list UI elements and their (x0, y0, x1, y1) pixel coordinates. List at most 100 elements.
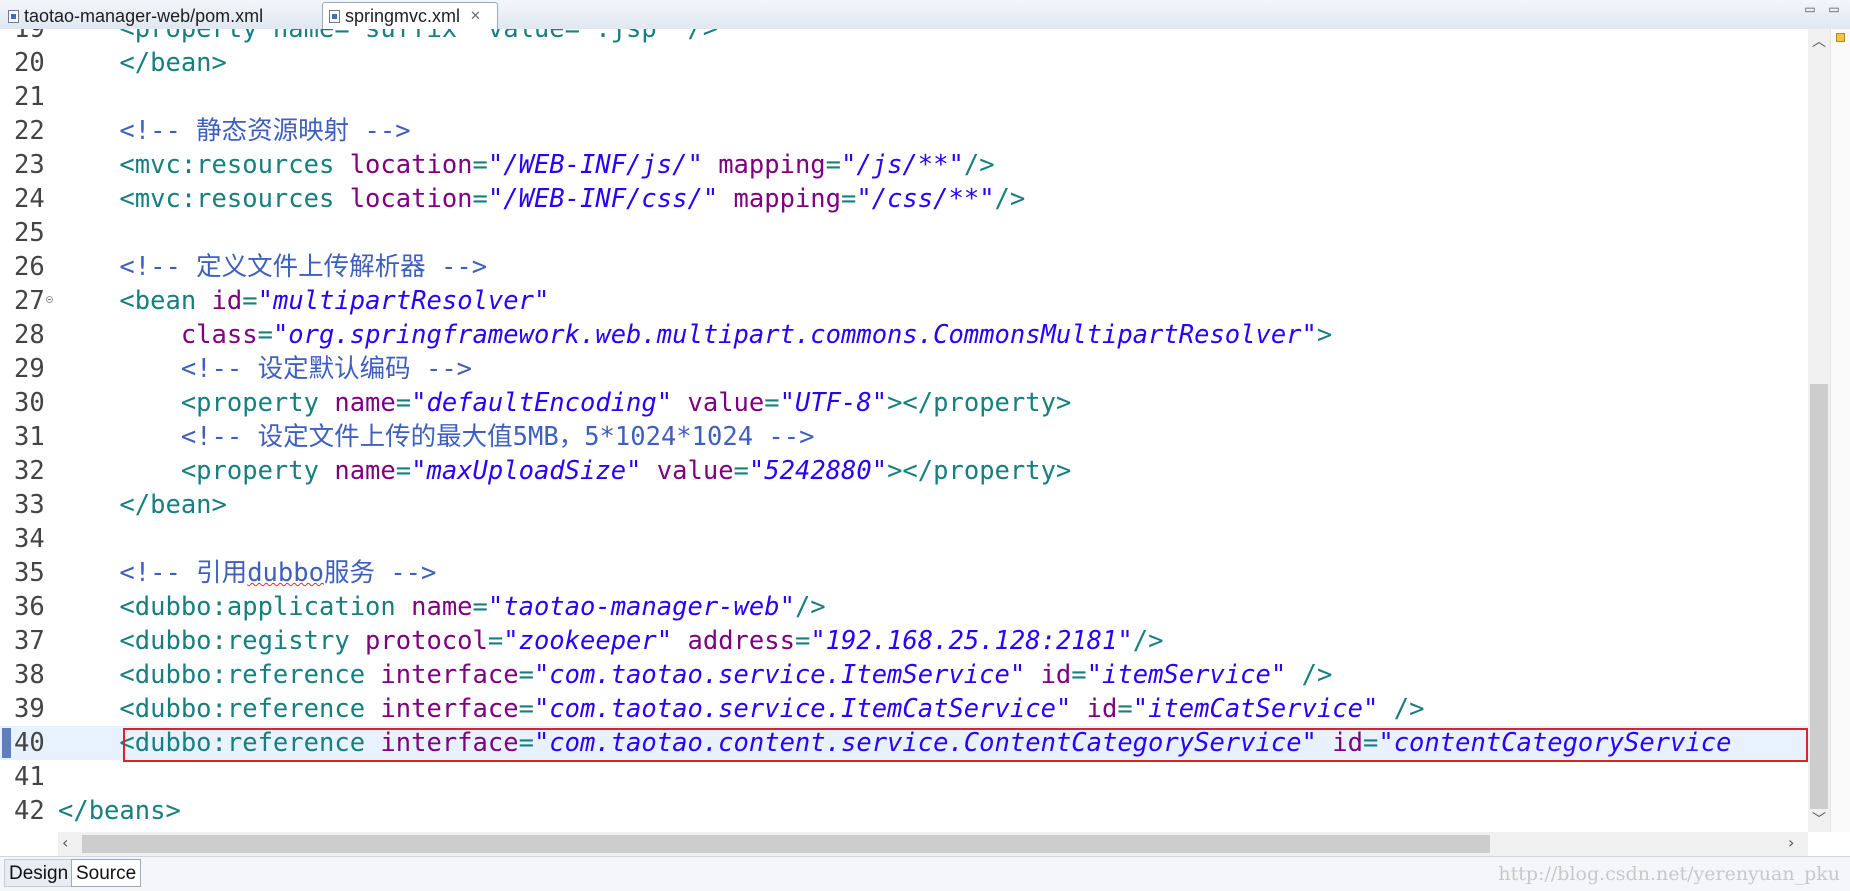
chevron-up-icon[interactable]: ︿ (1812, 31, 1826, 51)
code-line[interactable]: 34 (0, 522, 1808, 556)
code-line[interactable]: 23 <mvc:resources location="/WEB-INF/js/… (0, 148, 1808, 182)
code-text: <!-- 引用dubbo服务 --> (58, 556, 436, 590)
code-token: "itemCatService" (1132, 694, 1379, 724)
code-text: <dubbo:registry protocol="zookeeper" add… (58, 624, 1163, 658)
chevron-left-icon[interactable]: ‹ (62, 833, 68, 852)
code-text: <property name="defaultEncoding" value="… (58, 386, 1072, 420)
line-number: 34 (14, 524, 45, 554)
code-line[interactable]: 22 <!-- 静态资源映射 --> (0, 114, 1808, 148)
chevron-down-icon[interactable]: ﹀ (1812, 809, 1826, 829)
minimize-icon[interactable]: ▭ (1802, 2, 1818, 16)
code-line[interactable]: 21 (0, 80, 1808, 114)
code-line[interactable]: 39 <dubbo:reference interface="com.taota… (0, 692, 1808, 726)
code-editor[interactable]: 19 <property name="suffix" value=".jsp" … (0, 29, 1808, 832)
code-token: <dubbo:registry (58, 626, 366, 656)
line-number: 42 (14, 796, 45, 826)
code-token: 设定默认编码 (257, 354, 411, 384)
line-number: 30 (14, 388, 45, 418)
close-icon[interactable]: ✕ (470, 8, 481, 24)
code-token: <!-- (58, 252, 197, 282)
code-line[interactable]: 30 <property name="defaultEncoding" valu… (0, 386, 1808, 420)
vertical-scrollbar[interactable]: ︿ ﹀ (1808, 29, 1830, 832)
code-token: "/WEB-INF/js/" (487, 150, 703, 180)
code-line[interactable]: 28 class="org.springframework.web.multip… (0, 318, 1808, 352)
tab-design[interactable]: Design (4, 859, 74, 887)
code-line[interactable]: 20 </bean> (0, 46, 1808, 80)
code-token: 服务 (323, 558, 375, 588)
code-token: <dubbo:application (58, 592, 412, 622)
line-number: 31 (14, 422, 45, 452)
warning-marker-icon[interactable] (1836, 33, 1845, 42)
code-text: <property name="maxUploadSize" value="52… (58, 454, 1072, 488)
code-token: id (211, 286, 243, 316)
tab-source[interactable]: Source (71, 859, 142, 887)
code-line[interactable]: 42 </beans> (0, 794, 1808, 828)
horizontal-scroll-thumb[interactable] (82, 835, 1490, 853)
code-token: address (687, 626, 795, 656)
code-text: <!-- 定义文件上传解析器 --> (58, 250, 487, 284)
code-token: <property (58, 388, 335, 418)
code-token: <!-- (58, 354, 258, 384)
code-line[interactable]: 31 <!-- 设定文件上传的最大值5MB，5*1024*1024 --> (0, 420, 1808, 454)
chevron-right-icon[interactable]: › (1788, 833, 1794, 852)
code-token: 5MB (512, 422, 559, 452)
code-line[interactable]: 26 <!-- 定义文件上传解析器 --> (0, 250, 1808, 284)
code-line[interactable]: 38 <dubbo:reference interface="com.taota… (0, 658, 1808, 692)
code-line[interactable]: 29 <!-- 设定默认编码 --> (0, 352, 1808, 386)
code-line[interactable]: 24 <mvc:resources location="/WEB-INF/css… (0, 182, 1808, 216)
code-line[interactable]: 25 (0, 216, 1808, 250)
code-token: "192.168.25.128:2181" (810, 626, 1133, 656)
line-number: 32 (14, 456, 45, 486)
code-token: name (411, 592, 473, 622)
code-line[interactable]: 27 <bean id="multipartResolver" (0, 284, 1808, 318)
line-number: 28 (14, 320, 45, 350)
maximize-icon[interactable]: ▭ (1826, 2, 1842, 16)
code-line[interactable]: 41 (0, 760, 1808, 794)
code-token: 静态资源映射 (196, 116, 350, 146)
code-token: value (656, 456, 734, 486)
code-token: </bean> (58, 490, 227, 520)
vertical-scroll-thumb[interactable] (1810, 384, 1828, 809)
code-text: <dubbo:reference interface="com.taotao.s… (58, 692, 1424, 726)
code-text: </bean> (58, 46, 226, 80)
code-token: /> (1378, 694, 1425, 724)
code-text: <dubbo:reference interface="com.taotao.s… (58, 658, 1332, 692)
line-number: 29 (14, 354, 45, 384)
line-number: 22 (14, 116, 45, 146)
code-line[interactable]: 36 <dubbo:application name="taotao-manag… (0, 590, 1808, 624)
code-token: id (1086, 694, 1118, 724)
code-token: = (764, 388, 780, 418)
line-number: 37 (14, 626, 45, 656)
code-token: "itemService" (1086, 660, 1287, 690)
code-token: <mvc:resources (58, 150, 350, 180)
collapse-icon[interactable] (46, 296, 53, 303)
code-token: = (518, 660, 534, 690)
code-token: <dubbo:reference (58, 660, 381, 690)
code-line[interactable]: 37 <dubbo:registry protocol="zookeeper" … (0, 624, 1808, 658)
line-number: 39 (14, 694, 45, 724)
code-token: mapping (733, 184, 842, 214)
code-line[interactable]: 35 <!-- 引用dubbo服务 --> (0, 556, 1808, 590)
code-token: location (349, 150, 473, 180)
code-token: mapping (718, 150, 826, 180)
code-line[interactable]: 19 <property name="suffix" value=".jsp" … (0, 29, 1808, 46)
code-line[interactable]: 33 </bean> (0, 488, 1808, 522)
tab-pom-xml[interactable]: taotao-manager-web/pom.xml (0, 3, 322, 29)
line-number: 40 (14, 728, 45, 758)
code-text: <mvc:resources location="/WEB-INF/css/" … (58, 182, 1025, 216)
code-token: ></property> (887, 388, 1072, 418)
code-token: > (1316, 320, 1333, 350)
tab-springmvc-xml[interactable]: springmvc.xml ✕ (322, 2, 498, 29)
code-token: = (395, 456, 412, 486)
code-token: "/js/**" (841, 150, 964, 180)
code-token: "maxUploadSize" (411, 456, 642, 486)
horizontal-scrollbar[interactable]: ‹ › (58, 832, 1808, 856)
editor-tab-bar: taotao-manager-web/pom.xml springmvc.xml… (0, 0, 1850, 30)
code-line[interactable]: 32 <property name="maxUploadSize" value=… (0, 454, 1808, 488)
code-token: = (242, 286, 258, 316)
line-number: 24 (14, 184, 45, 214)
